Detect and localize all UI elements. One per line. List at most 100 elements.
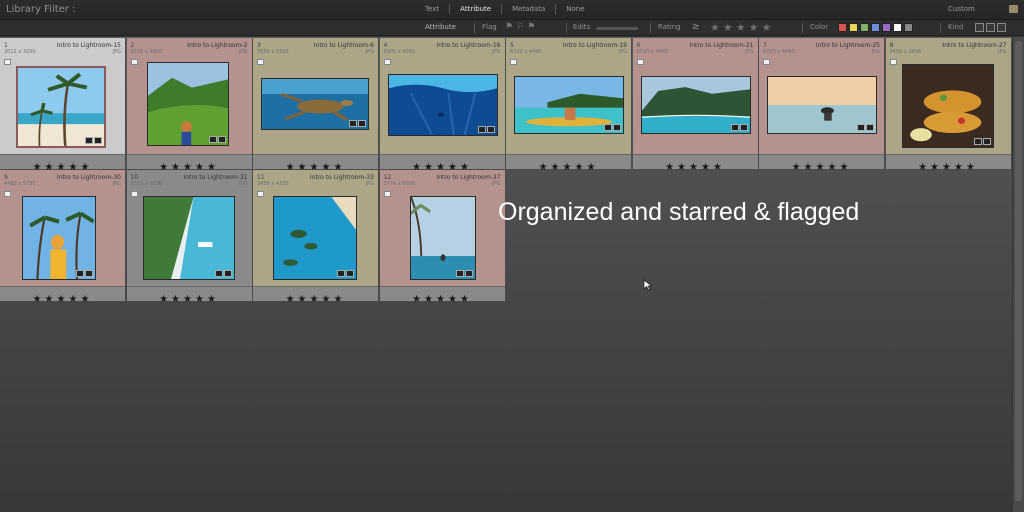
pick-flag-icon[interactable] [4,191,11,197]
thumbnail-image[interactable] [387,74,498,136]
metadata-badge-icon[interactable] [208,136,226,143]
rating-strip[interactable]: ★★★★★ [0,154,125,173]
metadata-badge-icon[interactable] [214,270,232,277]
pick-flag-icon[interactable] [763,59,770,65]
grid-scrollbar[interactable] [1012,37,1024,512]
metadata-badge-icon[interactable] [337,270,354,277]
metadata-badge-icon[interactable] [455,270,473,277]
color-swatch[interactable] [871,23,880,32]
divider [802,23,803,33]
metadata-badge-icon[interactable] [76,270,93,277]
kind-label: Kind [948,23,964,31]
rating-strip[interactable]: ★★★★★ [759,154,884,173]
filter-tab-text[interactable]: Text [415,4,451,14]
thumbnail-image[interactable] [16,66,106,148]
filter-tab-none[interactable]: None [556,4,594,14]
rating-stars[interactable]: ★★★★★ [918,162,978,173]
color-swatch[interactable] [849,23,858,32]
flag-filter-icons[interactable]: ⚑⚐⚑ [505,22,538,32]
rating-stars[interactable]: ★★★★★ [665,162,725,173]
rating-strip[interactable]: ★★★★★ [379,154,505,173]
pick-flag-icon[interactable] [4,59,11,65]
pick-flag-icon[interactable] [257,191,264,197]
pick-flag-icon[interactable] [383,59,391,65]
color-swatch[interactable] [838,23,847,32]
filter-tab-metadata[interactable]: Metadata [502,4,557,14]
thumbnail-image[interactable] [273,196,357,280]
pick-flag-icon[interactable] [257,59,264,65]
thumbnail-image[interactable] [142,196,235,280]
rating-stars[interactable]: ★★★★★ [33,294,93,305]
cell-filetype: JPG [365,49,374,55]
rating-filter-stars[interactable]: ★★★★★ [710,21,774,34]
rating-strip[interactable]: ★★★★★ [253,154,378,173]
rating-strip[interactable]: ★★★★★ [506,154,631,173]
cell-index: 10 [130,174,139,181]
thumbnail-image[interactable] [22,196,96,280]
thumbnail-cell[interactable]: 2 Intro to Lightroom-2 3728 x 4660 JPG ★★★★★ [126,38,253,173]
cell-index: 6 [636,42,641,49]
metadata-badge-icon[interactable] [85,137,102,144]
thumbnail-image[interactable] [901,64,994,148]
thumbnail-cell[interactable]: 10 Intro to Lightroom-31 2567 x 3606 JPG ★★★… [126,170,253,305]
metadata-badge-icon[interactable] [730,124,748,131]
rating-stars[interactable]: ★★★★★ [412,294,472,305]
thumbnail-cell[interactable]: 6 Intro to Lightroom-21 6720 x 4480 JPG ★★★★… [632,38,759,173]
pick-flag-icon[interactable] [636,59,644,65]
metadata-badge-icon[interactable] [857,124,874,131]
rating-strip[interactable]: ★★★★★ [379,286,505,305]
metadata-badge-icon[interactable] [973,138,991,145]
metadata-badge-icon[interactable] [604,124,621,131]
thumbnail-cell[interactable]: 8 Intro to Lightroom-27 3456 x 3456 JPG ★★★★… [885,38,1012,173]
thumbnail-image[interactable] [409,196,476,280]
edits-filter-control[interactable] [596,27,638,30]
rating-strip[interactable]: ★★★★★ [885,154,1011,173]
filter-preset-select[interactable]: Custom [948,5,975,13]
thumbnail-image[interactable] [261,78,369,130]
metadata-badge-icon[interactable] [349,120,366,127]
thumbnail-image[interactable] [640,76,751,134]
scroll-thumb[interactable] [1015,41,1022,501]
metadata-badge-icon[interactable] [477,126,495,133]
color-swatch[interactable] [893,23,902,32]
lock-icon[interactable] [1009,5,1018,13]
thumbnail-image[interactable] [767,76,877,134]
rating-stars[interactable]: ★★★★★ [159,294,219,305]
rating-strip[interactable]: ★★★★★ [126,286,252,305]
thumbnail-cell[interactable]: 5 Intro to Lightroom-19 6720 x 4480 JPG ★★★★… [506,38,632,173]
thumbnail-cell[interactable]: 1 Intro to Lightroom-15 2012 x 3200 JPG ★★★★… [0,38,126,173]
pick-flag-icon[interactable] [130,59,138,65]
color-swatch[interactable] [860,23,869,32]
kind-video-icon[interactable] [997,23,1006,32]
kind-master-icon[interactable] [975,23,984,32]
thumbnail-cell[interactable]: 7 Intro to Lightroom-25 6720 x 4480 JPG ★★★★… [759,38,885,173]
cell-index: 7 [763,42,767,49]
cell-index: 1 [4,42,8,49]
filter-tab-attribute[interactable]: Attribute [450,4,503,14]
color-swatch[interactable] [882,23,891,32]
rating-strip[interactable]: ★★★★★ [0,286,125,305]
thumbnail-cell[interactable]: 12 Intro to Lightroom-37 3774 x 6000 JPG ★★★… [379,170,506,305]
rating-stars[interactable]: ★★★★★ [539,162,599,173]
cell-index: 3 [257,42,261,49]
rating-strip[interactable]: ★★★★★ [253,286,378,305]
pick-flag-icon[interactable] [510,59,517,65]
thumbnail-cell[interactable]: 9 Intro to Lightroom-30 4480 x 5730 JPG ★★★★… [0,170,126,305]
rating-operator-select[interactable]: ≥ [692,22,700,32]
pick-flag-icon[interactable] [383,191,391,197]
pick-flag-icon[interactable] [130,191,138,197]
rating-label: Rating [658,23,681,31]
thumbnail-cell[interactable]: 3 Intro to Lightroom-6 7950 x 5300 JPG ★★★★★ [253,38,379,173]
cell-filetype: JPG [745,49,754,55]
rating-strip[interactable]: ★★★★★ [126,154,252,173]
rating-stars[interactable]: ★★★★★ [286,294,346,305]
kind-virtual-copy-icon[interactable] [986,23,995,32]
pick-flag-icon[interactable] [889,59,897,65]
thumbnail-image[interactable] [514,76,624,134]
thumbnail-image[interactable] [146,62,229,146]
rating-stars[interactable]: ★★★★★ [792,162,852,173]
thumbnail-cell[interactable]: 4 Intro to Lightroom-16 6000 x 4000 JPG ★★★★… [379,38,506,173]
color-swatch[interactable] [904,23,913,32]
rating-strip[interactable]: ★★★★★ [632,154,758,173]
thumbnail-cell[interactable]: 11 Intro to Lightroom-33 3456 x 4320 JPG ★★★… [253,170,379,305]
